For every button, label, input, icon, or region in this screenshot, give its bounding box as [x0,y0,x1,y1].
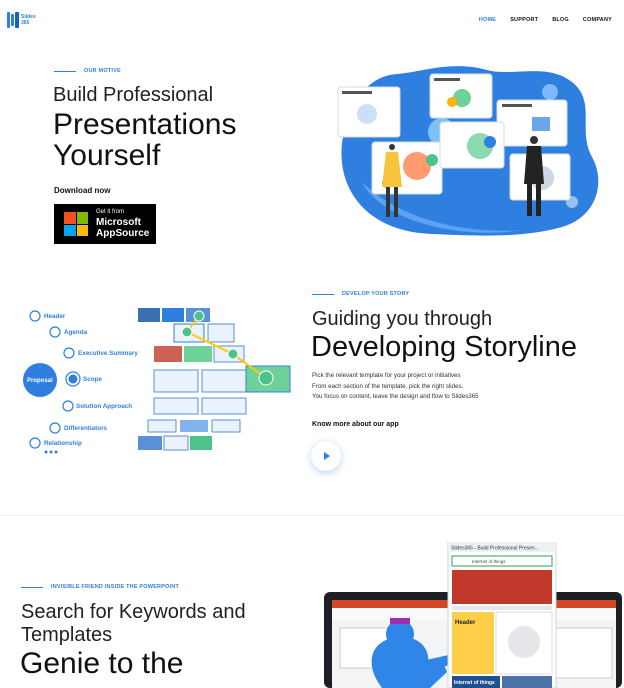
story-title-line1: Guiding you through [312,308,493,330]
badge-text: Get it from Microsoft AppSource [96,209,150,239]
download-label: Download now [54,186,111,195]
hero-title-line3: Yourself [53,139,161,172]
genie-pane-title: Slides365 - Build Professional Presen... [451,546,539,552]
genie-illustration: Slides365 - Build Professional Presen...… [324,542,622,688]
tree-diff: Differentiators [64,425,108,432]
story-eyebrow: DEVELOP YOUR STORY [312,291,409,297]
genie-title-line2: Templates [21,624,113,646]
genie-card-iot: Internet of things [454,680,495,686]
play-video-button[interactable] [311,441,341,471]
genie-title-line3: Genie to the [20,647,184,680]
nav-blog[interactable]: BLOG [552,17,569,23]
storyline-illustration: Header Agenda Executive Summary Proposal… [23,308,291,454]
tree-exec: Executive Summary [78,350,138,357]
hero-title-line1: Build Professional [53,84,214,106]
story-title-line2: Developing Storyline [311,331,577,363]
hero-eyebrow: OUR MOTIVE [54,68,121,74]
tree-relationship: Relationship [44,440,82,447]
nav-company[interactable]: COMPANY [583,17,612,23]
genie-eyebrow: INVISIBLE FRIEND INSIDE THE POWERPOINT [21,584,179,590]
nav-home[interactable]: HOME [479,17,496,23]
play-icon [324,452,330,460]
tree-solution: Solution Approach [76,403,132,410]
section-divider [0,515,624,516]
genie-pane-search: Internet of things [472,559,506,564]
genie-card-header: Header [455,620,476,626]
story-body: Pick the relevant template for your proj… [312,372,479,400]
top-navbar: Slides 365 HOME SUPPORT BLOG COMPANY [0,0,624,40]
tree-header: Header [44,313,66,320]
tree-scope: Scope [83,376,102,383]
microsoft-logo-icon [64,212,88,236]
brand-logo[interactable]: Slides 365 [7,12,36,28]
hero-illustration [337,66,599,236]
tree-proposal: Proposal [27,378,53,384]
main-menu: HOME SUPPORT BLOG COMPANY [479,17,612,23]
appsource-badge[interactable]: Get it from Microsoft AppSource [54,204,156,244]
genie-title-line1: Search for Keywords and [21,601,246,623]
logo-text: Slides 365 [21,14,36,26]
know-more-link[interactable]: Know more about our app [312,421,399,428]
hero-title-line2: Presentations [53,108,237,141]
eyebrow-line [54,70,76,72]
nav-support[interactable]: SUPPORT [510,17,538,23]
tree-agenda: Agenda [64,329,88,336]
logo-icon [7,12,19,28]
